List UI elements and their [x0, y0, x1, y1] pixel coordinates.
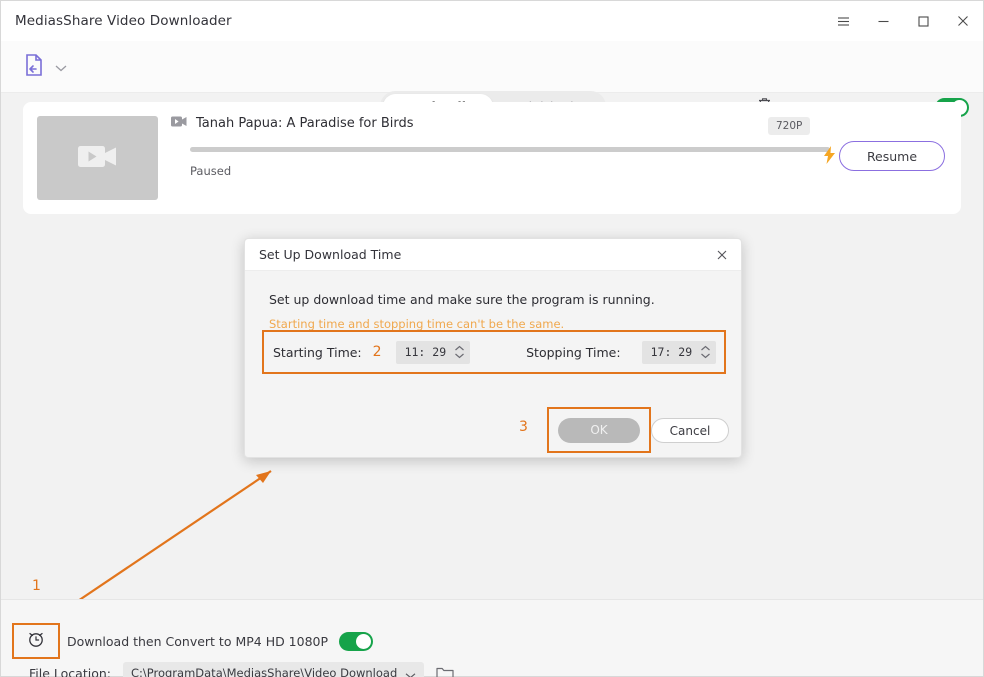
starting-time-value: 11: 29	[405, 345, 447, 359]
paste-url-icon[interactable]	[23, 53, 45, 81]
toolbar: High Speed Download Downloading Finished	[1, 41, 983, 93]
starting-time-label: Starting Time:	[273, 345, 362, 360]
starting-time-stepper[interactable]: 11: 29	[396, 341, 471, 364]
window-controls	[823, 1, 983, 41]
dialog-close-icon[interactable]	[715, 248, 729, 262]
minimize-button[interactable]	[863, 1, 903, 41]
schedule-button-highlight	[12, 623, 60, 659]
convert-toggle[interactable]	[339, 632, 373, 651]
cancel-button[interactable]: Cancel	[651, 418, 729, 443]
dialog-header: Set Up Download Time	[245, 239, 741, 271]
file-location-value: C:\ProgramData\MediasShare\Video Downloa…	[131, 666, 397, 677]
title-bar: MediasShare Video Downloader	[1, 1, 983, 41]
convert-option-row: Download then Convert to MP4 HD 1080P	[67, 632, 373, 651]
file-location-label: File Location:	[29, 666, 111, 677]
convert-label: Download then Convert to MP4 HD 1080P	[67, 634, 328, 649]
ok-button-highlight: OK	[547, 407, 651, 453]
chevron-down-icon[interactable]	[55, 57, 67, 76]
download-item-title-row: Tanah Papua: A Paradise for Birds	[171, 116, 414, 131]
close-button[interactable]	[943, 1, 983, 41]
stepper-arrows-icon[interactable]	[454, 345, 465, 359]
dialog-warning-text: Starting time and stopping time can't be…	[269, 317, 564, 331]
time-fields-highlight: Starting Time: 2 11: 29 Stopping Time: 1…	[262, 330, 726, 374]
download-item-card[interactable]: Tanah Papua: A Paradise for Birds 720P P…	[23, 102, 961, 214]
annotation-step-1: 1	[32, 578, 41, 594]
bottom-bar: Download then Convert to MP4 HD 1080P Fi…	[1, 599, 983, 676]
video-thumbnail	[37, 116, 158, 200]
folder-icon[interactable]	[436, 666, 454, 677]
paste-url-control[interactable]	[23, 53, 67, 81]
window-title: MediasShare Video Downloader	[15, 13, 232, 29]
app-window: MediasShare Video Downloader	[0, 0, 984, 677]
alarm-clock-icon[interactable]	[26, 629, 46, 653]
dialog-title: Set Up Download Time	[259, 247, 401, 262]
menu-button[interactable]	[823, 1, 863, 41]
file-location-row: File Location: C:\ProgramData\MediasShar…	[29, 662, 454, 677]
quality-badge: 720P	[768, 117, 810, 135]
file-location-select[interactable]: C:\ProgramData\MediasShare\Video Downloa…	[123, 662, 424, 677]
chevron-down-icon[interactable]	[405, 664, 416, 677]
maximize-button[interactable]	[903, 1, 943, 41]
stopping-time-stepper[interactable]: 17: 29	[642, 341, 717, 364]
progress-bar	[190, 147, 830, 152]
stopping-time-value: 17: 29	[651, 345, 693, 359]
ok-button[interactable]: OK	[558, 418, 640, 443]
lightning-bolt-icon	[823, 146, 836, 168]
annotation-step-2: 2	[373, 344, 382, 360]
annotation-step-3: 3	[519, 419, 528, 435]
video-icon	[171, 116, 187, 131]
stepper-arrows-icon[interactable]	[700, 345, 711, 359]
resume-button[interactable]: Resume	[839, 141, 945, 171]
dialog-description: Set up download time and make sure the p…	[269, 292, 655, 307]
download-status-text: Paused	[190, 164, 231, 178]
download-item-title: Tanah Papua: A Paradise for Birds	[196, 116, 414, 131]
video-placeholder-icon	[78, 143, 118, 174]
stopping-time-label: Stopping Time:	[526, 345, 620, 360]
